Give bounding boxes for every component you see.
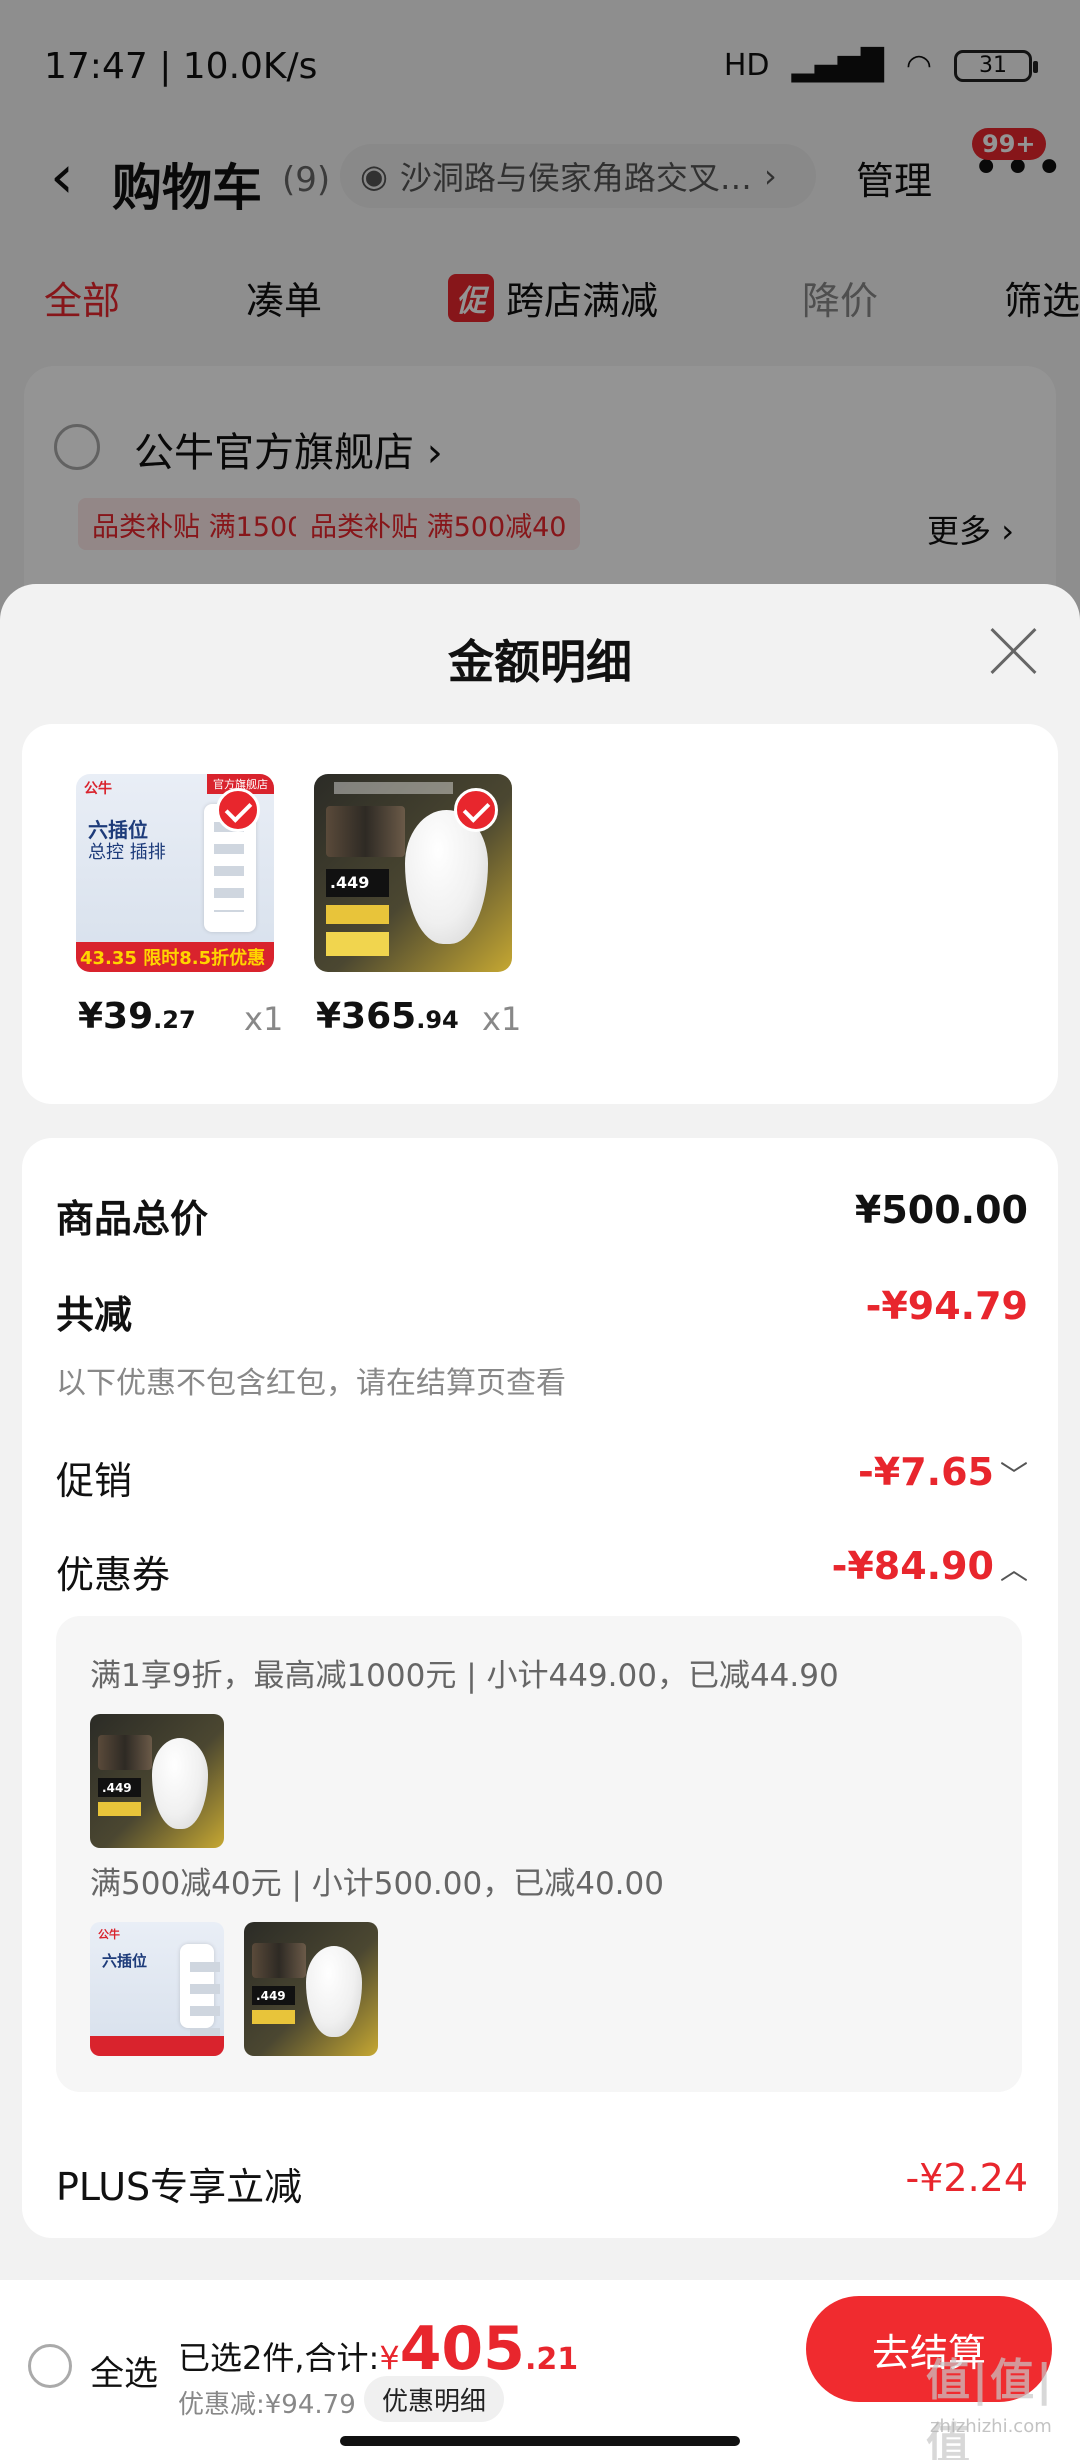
select-all-label[interactable]: 全选 — [90, 2346, 158, 2395]
currency-symbol: ¥ — [379, 2339, 400, 2377]
product-price: ¥365.94 — [316, 996, 459, 1037]
price-breakdown-card: 商品总价 ¥500.00 共减 -¥94.79 以下优惠不包含红包，请在结算页查… — [22, 1138, 1058, 2238]
thumb-banner — [325, 805, 406, 858]
power-strip-image — [180, 1944, 220, 2052]
product-qty: x1 — [482, 1000, 522, 1038]
brand-logo: 公牛 — [84, 781, 112, 797]
thumb-price: 43.35 限时8.5折优惠 — [80, 948, 266, 969]
product-price: ¥39.27 — [78, 996, 196, 1037]
thumb-text: 总控 插排 — [88, 842, 166, 863]
thumb-banner — [252, 1943, 306, 1979]
total-reduce-label: 共减 — [56, 1293, 133, 1337]
coupon-item-mouse-thumbnail: .449 — [90, 1714, 224, 1848]
thumb-banner — [98, 1735, 152, 1771]
checkout-bar: 全选 已选2件,合计: ¥ 405 .21 优惠减:¥94.79 优惠明细 去结… — [0, 2280, 1080, 2460]
thumb-price: .449 — [98, 1778, 141, 1798]
mouse-image — [151, 1738, 208, 1830]
discount-detail-button[interactable]: 优惠明细 — [364, 2376, 505, 2422]
selected-products-card: 公牛 官方旗舰店 六插位 总控 插排 43.35 限时8.5折优惠 .449 ¥… — [22, 724, 1058, 1104]
thumb-tag — [325, 932, 390, 957]
chevron-down-icon: ﹀ — [999, 1459, 1028, 1492]
selected-count-text: 已选2件,合计: — [178, 2339, 380, 2377]
product-thumbnail-power-strip[interactable]: 公牛 官方旗舰店 六插位 总控 插排 43.35 限时8.5折优惠 — [76, 774, 274, 972]
select-all-radio[interactable] — [28, 2344, 72, 2388]
thumb-promo-bar — [90, 2036, 224, 2056]
coupon-rule-line: 满1享9折，最高减1000元 | 小计449.00，已减44.90 — [90, 1658, 839, 1694]
coupon-value: -¥84.90 — [831, 1544, 994, 1588]
product-qty: x1 — [244, 1000, 284, 1038]
goods-total-value: ¥500.00 — [854, 1188, 1028, 1232]
selected-check-icon — [216, 788, 260, 832]
thumb-tag — [252, 2010, 295, 2024]
promo-label: 促销 — [56, 1459, 133, 1503]
thumb-price: .449 — [325, 869, 390, 897]
plus-label: PLUS专享立减 — [56, 2165, 303, 2209]
goods-total-label: 商品总价 — [56, 1197, 209, 1241]
thumb-tag — [325, 904, 390, 925]
coupon-details-box: 满1享9折，最高减1000元 | 小计449.00，已减44.90 .449 满… — [56, 1616, 1022, 2092]
brand-logo: 公牛 — [98, 1928, 120, 1941]
watermark-logo: 值|值|值 — [926, 2355, 1055, 2460]
home-indicator[interactable] — [340, 2436, 740, 2446]
promo-row-toggle[interactable]: -¥7.65 ﹀ — [858, 1450, 1028, 1494]
thumb-tag — [98, 1802, 141, 1816]
thumb-text: 六插位 — [102, 1952, 148, 1970]
discount-summary: 优惠减:¥94.79 — [178, 2390, 356, 2420]
sheet-title: 金额明细 — [448, 635, 632, 689]
promo-value: -¥7.65 — [858, 1450, 994, 1494]
coupon-rule-line: 满500减40元 | 小计500.00，已减40.00 — [90, 1866, 664, 1902]
total-decimal: .21 — [524, 2342, 579, 2377]
watermark-url: zhizhizhi.com — [930, 2416, 1052, 2437]
reduce-note: 以下优惠不包含红包，请在结算页查看 — [56, 1366, 566, 1401]
thumb-price: .449 — [252, 1986, 295, 2006]
selected-check-icon — [454, 788, 498, 832]
rog-logo — [333, 781, 453, 794]
coupon-item-mouse-thumbnail: .449 — [244, 1922, 378, 2056]
close-icon[interactable] — [986, 624, 1040, 678]
coupon-label: 优惠券 — [56, 1553, 171, 1597]
coupon-row-toggle[interactable]: -¥84.90 ︿ — [832, 1544, 1028, 1588]
coupon-item-power-strip-thumbnail: 公牛 六插位 — [90, 1922, 224, 2056]
amount-detail-sheet: 金额明细 公牛 官方旗舰店 六插位 总控 插排 43.35 限时8.5折优惠 .… — [0, 584, 1080, 2284]
mouse-image — [305, 1946, 362, 2038]
product-thumbnail-mouse[interactable]: .449 — [314, 774, 512, 972]
chevron-up-icon: ︿ — [999, 1553, 1028, 1586]
total-reduce-value: -¥94.79 — [865, 1284, 1028, 1328]
total-amount: 已选2件,合计: ¥ 405 .21 — [178, 2314, 578, 2384]
total-integer: 405 — [399, 2314, 525, 2384]
plus-value: -¥2.24 — [905, 2156, 1029, 2200]
